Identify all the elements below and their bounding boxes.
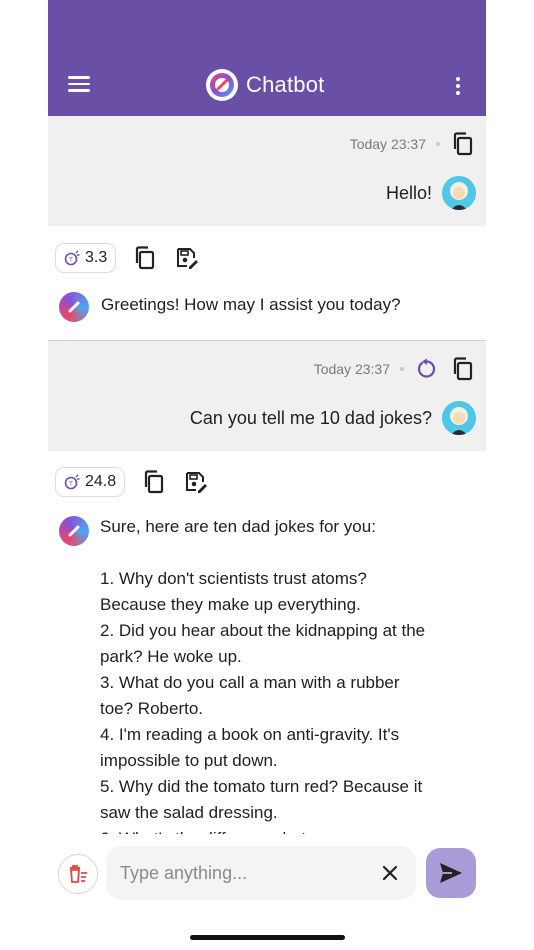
bot-message: Greetings! How may I assist you today? — [59, 292, 431, 322]
chatbot-logo-icon — [206, 69, 238, 101]
message-meta: Today 23:37 — [350, 131, 476, 157]
user-message: Today 23:37 Hello! — [48, 116, 486, 226]
token-count-chip: T 3.3 — [55, 243, 117, 273]
user-avatar — [442, 176, 476, 210]
regenerate-icon[interactable] — [414, 356, 440, 382]
hamburger-menu-icon[interactable] — [66, 72, 92, 98]
svg-text:T: T — [68, 481, 73, 488]
message-timestamp: Today 23:37 — [313, 361, 390, 377]
user-message-text: Can you tell me 10 dad jokes? — [189, 407, 432, 428]
bot-message-text: Sure, here are ten dad jokes for you: 1.… — [100, 517, 426, 834]
trash-icon — [70, 865, 87, 883]
bot-message-tools: T 24.8 — [55, 467, 209, 497]
user-message: Today 23:37 Can you tell me 10 dad jokes… — [48, 341, 486, 451]
home-indicator — [190, 935, 345, 940]
send-icon — [440, 863, 462, 883]
bot-message — [59, 516, 89, 546]
copy-icon[interactable] — [132, 245, 158, 271]
app-brand: Chatbot — [206, 69, 324, 101]
message-timestamp: Today 23:37 — [349, 136, 426, 152]
token-count-value: 24.8 — [85, 473, 117, 490]
kebab-more-icon[interactable] — [450, 74, 466, 98]
token-icon: T — [64, 250, 80, 266]
bot-message-text: Greetings! How may I assist you today? — [101, 295, 401, 314]
send-button[interactable] — [426, 848, 476, 898]
svg-text:T: T — [68, 257, 73, 264]
app-header: Chatbot — [48, 0, 486, 116]
token-icon: T — [64, 474, 80, 490]
user-avatar — [442, 401, 476, 435]
message-input-box — [106, 846, 416, 900]
token-count-chip: T 24.8 — [55, 467, 126, 497]
separator-dot — [436, 142, 440, 146]
copy-icon[interactable] — [141, 469, 167, 495]
separator-dot — [400, 367, 404, 371]
save-edit-icon[interactable] — [174, 245, 200, 271]
copy-icon[interactable] — [450, 131, 476, 157]
app-screen: Chatbot Today 23:37 Hello! T 3.3 Greetin… — [48, 0, 486, 950]
save-edit-icon[interactable] — [183, 469, 209, 495]
app-title: Chatbot — [246, 72, 325, 97]
bot-message-scroll[interactable]: Sure, here are ten dad jokes for you: 1.… — [100, 514, 440, 834]
bot-message-tools: T 3.3 — [55, 243, 200, 273]
bot-avatar-icon — [59, 516, 89, 546]
user-message-row: Hello! — [386, 176, 476, 210]
bot-avatar-icon — [59, 292, 89, 322]
message-meta: Today 23:37 — [314, 356, 476, 382]
user-message-row: Can you tell me 10 dad jokes? — [190, 401, 476, 435]
copy-icon[interactable] — [450, 356, 476, 382]
user-message-text: Hello! — [385, 182, 432, 203]
clear-chat-button[interactable] — [58, 854, 98, 894]
message-composer — [48, 846, 486, 902]
message-input[interactable] — [120, 862, 378, 884]
token-count-value: 3.3 — [85, 249, 108, 266]
close-icon[interactable] — [378, 861, 402, 885]
